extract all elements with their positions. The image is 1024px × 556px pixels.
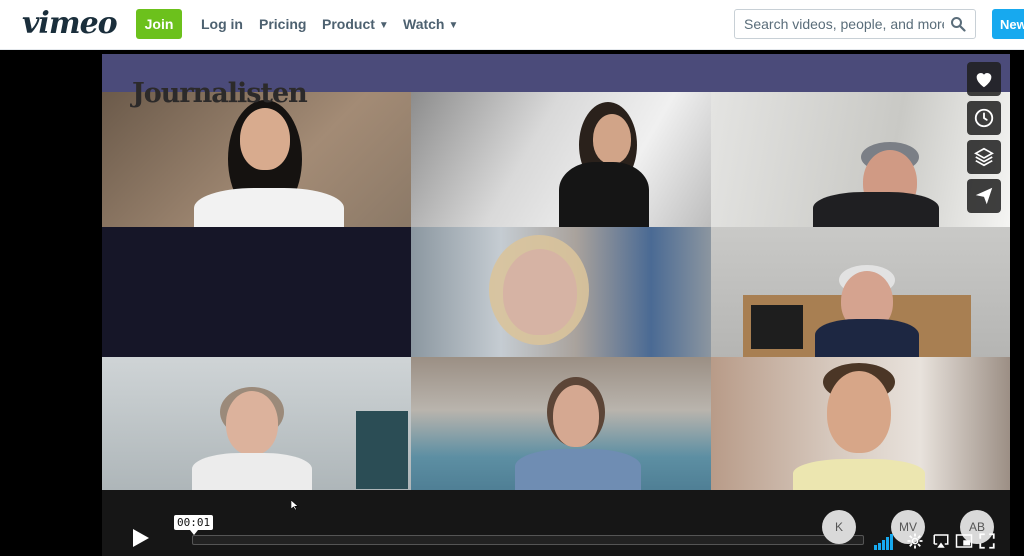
participant-tile <box>102 92 411 227</box>
fullscreen-icon[interactable] <box>978 532 996 550</box>
time-tooltip: 00:01 <box>174 515 214 535</box>
join-button[interactable]: Join <box>136 9 182 39</box>
video-title: Journalisten <box>132 78 308 109</box>
participant-tile <box>102 227 411 357</box>
progress-bar[interactable] <box>192 535 864 545</box>
top-nav: vimeo Join Log in Pricing Product ▼ Watch… <box>0 0 1024 50</box>
collections-button[interactable] <box>967 140 1001 174</box>
share-button[interactable] <box>967 179 1001 213</box>
participant-avatar: K <box>822 510 856 544</box>
player-controls: 00:01 K MV AB <box>102 490 1010 556</box>
watch-later-button[interactable] <box>967 101 1001 135</box>
participant-tile <box>411 227 711 357</box>
play-icon[interactable] <box>128 526 152 550</box>
search-input[interactable] <box>744 15 944 33</box>
participant-tile <box>711 227 1010 357</box>
participant-tile <box>711 92 1010 227</box>
mouse-cursor-icon <box>291 500 299 510</box>
settings-gear-icon[interactable] <box>906 532 924 550</box>
product-label: Product <box>322 16 375 32</box>
clock-icon <box>974 108 994 128</box>
participant-tile <box>711 357 1010 490</box>
picture-in-picture-icon[interactable] <box>955 532 973 550</box>
video-frame <box>102 92 1010 490</box>
heart-icon <box>976 73 992 88</box>
vimeo-logo[interactable]: vimeo <box>22 6 118 41</box>
watch-label: Watch <box>403 16 445 32</box>
volume-icon[interactable] <box>874 532 896 550</box>
login-link[interactable]: Log in <box>201 16 243 32</box>
search-box <box>734 9 976 39</box>
participant-tile <box>411 357 711 490</box>
watch-menu[interactable]: Watch ▼ <box>403 16 458 32</box>
search-icon[interactable] <box>950 16 966 32</box>
participant-tile <box>411 92 711 227</box>
new-button[interactable]: New <box>992 9 1024 39</box>
video-player[interactable]: Journalisten 00:01 K MV AB <box>102 54 1010 556</box>
airplay-icon[interactable] <box>932 532 950 550</box>
product-menu[interactable]: Product ▼ <box>322 16 389 32</box>
chevron-down-icon: ▼ <box>448 20 459 31</box>
participant-tile <box>102 357 411 490</box>
like-button[interactable] <box>967 62 1001 96</box>
pricing-link[interactable]: Pricing <box>259 16 306 32</box>
chevron-down-icon: ▼ <box>378 20 389 31</box>
layers-icon <box>974 147 994 167</box>
send-icon <box>975 187 993 205</box>
